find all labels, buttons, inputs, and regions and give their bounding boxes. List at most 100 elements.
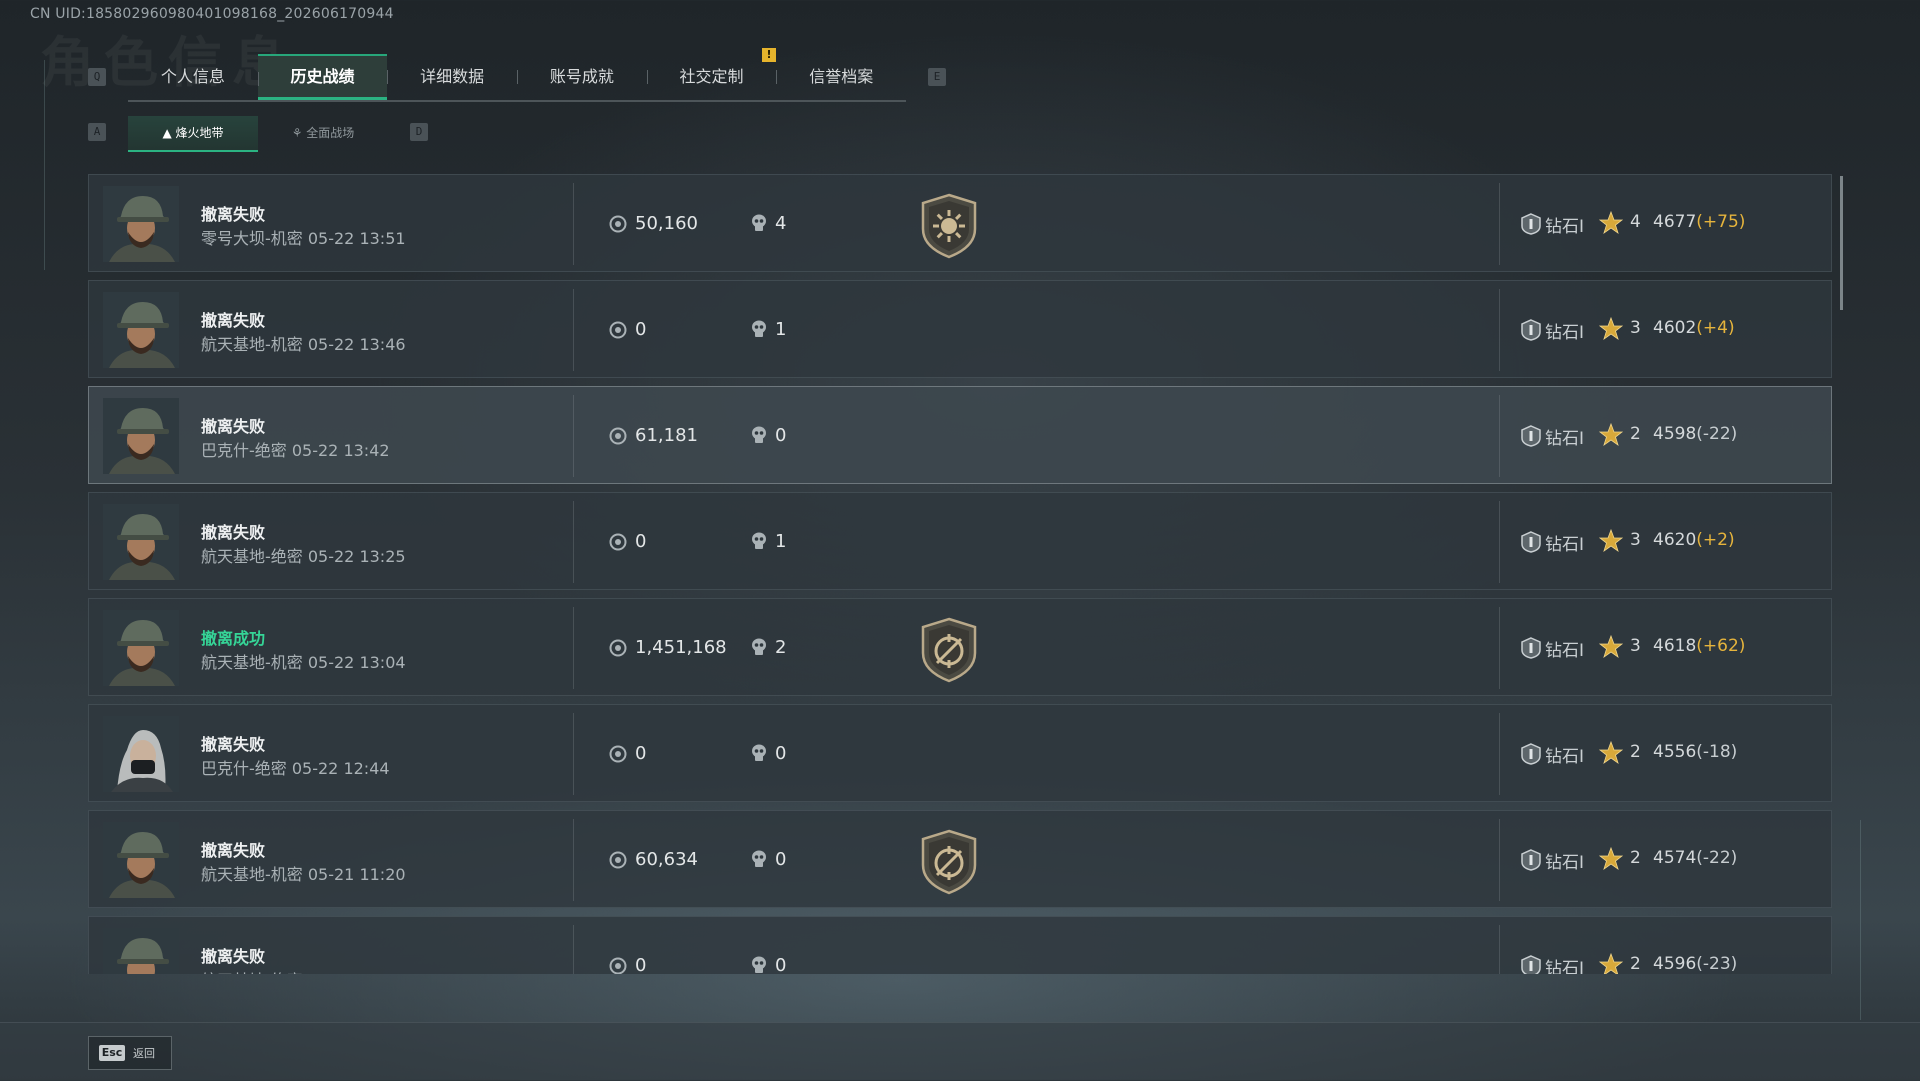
row-divider [573,819,574,901]
match-map-time: 航天基地-绝密 05-22 13:25 [201,547,406,566]
tab-4[interactable]: 社交定制 [646,54,777,100]
rank-shield-icon [1521,319,1541,341]
rank-diamond-icon [1521,319,1541,345]
match-row[interactable]: 撤离失败航天基地-绝密 05-19 20:20 0 0 钻石I 2 4596(-23) [88,916,1832,974]
value-coin-icon [609,851,627,873]
value-coin-icon [609,533,627,555]
hud-line [44,60,45,270]
battlefield-icon: ⚘ [291,126,303,140]
rank-diamond-icon [1521,213,1541,239]
rank-name: 钻石I [1545,217,1585,237]
match-result: 撤离失败 [201,417,266,436]
kills-skull-icon [751,426,767,448]
rank-name: 钻石I [1545,853,1585,873]
row-divider [1499,713,1500,795]
operator-portrait-icon [103,610,179,686]
rank-shield-icon [1521,637,1541,659]
operator-portrait-icon [103,822,179,898]
coin-glyph-icon [609,427,627,445]
skull-glyph-icon [752,638,766,655]
loot-value: 1,451,168 [635,637,727,658]
operator-portrait-icon [103,398,179,474]
operator-avatar [103,186,179,262]
star-icon [1598,210,1624,239]
match-history-list[interactable]: 撤离失败 零号大坝-机密 05-22 13:51 50,160 4 钻石I 4 4677(+… [88,174,1832,974]
value-coin-icon [609,215,627,237]
tab-0[interactable]: 个人信息 [128,54,258,100]
tab-3[interactable]: 账号成就 [517,54,647,100]
kill-count: 0 [775,849,787,870]
star-icon [1598,740,1624,769]
star-icon [1598,422,1624,451]
rank-name: 钻石I [1545,747,1585,767]
score-delta: (+2) [1696,530,1735,550]
match-map-time: 巴克什-绝密 05-22 13:42 [201,441,390,460]
star-count: 4 [1630,212,1641,232]
rank-diamond-icon [1521,531,1541,557]
match-result: 撤离失败 [201,523,266,542]
performance-badge-icon [919,829,979,899]
crosshair-shield-icon [921,829,977,895]
match-row[interactable]: 撤离失败 零号大坝-机密 05-22 13:51 50,160 4 钻石I 4 4677(+… [88,174,1832,272]
tab-2[interactable]: 详细数据 [387,54,517,100]
kill-count: 1 [775,531,787,552]
score-delta: (-23) [1696,954,1738,974]
kill-count: 1 [775,319,787,340]
rank-shield-icon [1521,425,1541,447]
esc-key-hint: Esc [99,1045,125,1061]
star-glyph-icon [1598,740,1624,765]
list-scrollbar[interactable] [1840,176,1843,310]
key-hint-e: E [928,68,946,86]
tab-1[interactable]: 历史战绩 [257,54,388,100]
rank-name: 钻石I [1545,959,1585,974]
operator-avatar [103,716,179,792]
match-row[interactable]: 撤离失败 巴克什-绝密 05-22 13:42 61,181 0 钻石I 2 4598(-2… [88,386,1832,484]
score-value: 4620 [1653,530,1697,550]
value-coin-icon [609,745,627,767]
star-icon [1598,952,1624,974]
skull-glyph-icon [752,850,766,867]
match-map-time: 巴克什-绝密 05-22 12:44 [201,759,390,778]
match-map-time: 航天基地-绝密 05-19 20:20 [201,967,406,974]
kills-skull-icon [751,850,767,872]
match-row[interactable]: 撤离失败 航天基地-机密 05-22 13:46 0 1 钻石I 3 4602(+4) [88,280,1832,378]
rank-score: 4620(+2) [1653,530,1735,550]
star-glyph-icon [1598,528,1624,553]
skull-glyph-icon [752,426,766,443]
match-result: 撤离失败 [201,947,266,966]
match-row[interactable]: 撤离成功 航天基地-机密 05-22 13:04 1,451,168 2 钻石I 3 461… [88,598,1832,696]
score-delta: (+62) [1696,636,1746,656]
tab-battlefield[interactable]: ⚘ 全面战场 [258,116,388,150]
match-row[interactable]: 撤离失败 航天基地-绝密 05-22 13:25 0 1 钻石I 3 4620(+2) [88,492,1832,590]
back-button[interactable]: Esc 返回 [88,1036,172,1070]
score-delta: (+4) [1696,318,1735,338]
value-coin-icon [609,957,627,974]
rank-score: 4556(-18) [1653,742,1737,762]
match-map-time: 零号大坝-机密 05-22 13:51 [201,229,406,248]
score-delta: (-18) [1696,742,1738,762]
operator-portrait-icon [103,186,179,262]
match-row[interactable]: 撤离失败 航天基地-机密 05-21 11:20 60,634 0 钻石I 2 4574(-… [88,810,1832,908]
kill-count: 0 [775,425,787,446]
operator-avatar [103,398,179,474]
loot-value: 0 [635,743,647,764]
match-row[interactable]: 撤离失败 巴克什-绝密 05-22 12:44 0 0 钻石I 2 4556(-18) [88,704,1832,802]
rank-score: 4677(+75) [1653,212,1745,232]
kills-skull-icon [751,532,767,554]
main-tab-bar: 个人信息 历史战绩 详细数据 账号成就 社交定制 信誉档案 [128,54,906,102]
operator-portrait-icon [103,928,179,974]
coin-glyph-icon [609,533,627,551]
performance-badge-icon [919,193,979,263]
row-divider [1499,819,1500,901]
rank-diamond-icon [1521,849,1541,875]
rank-score: 4598(-22) [1653,424,1737,444]
star-glyph-icon [1598,316,1624,341]
star-icon [1598,846,1624,875]
tab-5[interactable]: 信誉档案 [776,54,906,100]
star-count: 2 [1630,848,1641,868]
match-result: 撤离失败 [201,735,266,754]
score-value: 4677 [1653,212,1697,232]
kills-skull-icon [751,214,767,236]
tab-flame-zone[interactable]: ▲ 烽火地带 [128,116,258,152]
kill-count: 2 [775,637,787,658]
